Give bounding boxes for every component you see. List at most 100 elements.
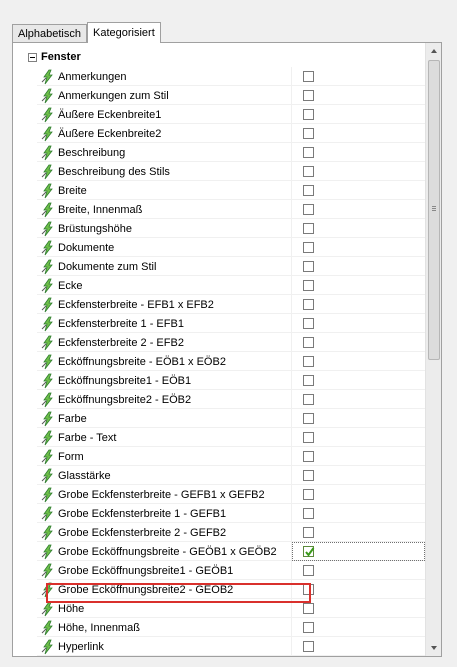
property-row[interactable]: Farbe	[37, 409, 425, 428]
property-row[interactable]: Ecköffnungsbreite1 - EÖB1	[37, 371, 425, 390]
property-row[interactable]: Anmerkungen zum Stil	[37, 86, 425, 105]
property-checkbox[interactable]	[303, 413, 314, 424]
property-checkbox[interactable]	[303, 527, 314, 538]
property-row[interactable]: Grobe Eckfensterbreite - GEFB1 x GEFB2	[37, 485, 425, 504]
property-value-cell[interactable]	[292, 105, 425, 124]
scrollbar-thumb[interactable]	[428, 60, 440, 360]
property-checkbox[interactable]	[303, 299, 314, 310]
property-value-cell[interactable]	[292, 542, 425, 561]
property-value-cell[interactable]	[292, 67, 425, 86]
property-row[interactable]: Eckfensterbreite - EFB1 x EFB2	[37, 295, 425, 314]
property-value-cell[interactable]	[292, 599, 425, 618]
property-value-cell[interactable]	[292, 371, 425, 390]
property-row[interactable]: Höhe	[37, 599, 425, 618]
property-checkbox[interactable]	[303, 375, 314, 386]
property-checkbox[interactable]	[303, 451, 314, 462]
property-checkbox[interactable]	[303, 508, 314, 519]
property-name-cell[interactable]: Grobe Ecköffnungsbreite - GEÖB1 x GEÖB2	[37, 542, 287, 561]
vertical-scrollbar[interactable]	[425, 43, 442, 656]
scroll-up-icon[interactable]	[426, 43, 442, 59]
property-name-cell[interactable]: Farbe	[37, 409, 287, 428]
property-name-cell[interactable]: Äußere Eckenbreite1	[37, 105, 287, 124]
property-name-cell[interactable]: Höhe	[37, 599, 287, 618]
property-value-cell[interactable]	[292, 314, 425, 333]
property-row[interactable]: Höhe, Innenmaß	[37, 618, 425, 637]
property-row[interactable]: Hyperlink	[37, 637, 425, 656]
property-name-cell[interactable]: Höhe, Innenmaß	[37, 618, 287, 637]
property-value-cell[interactable]	[292, 637, 425, 656]
property-value-cell[interactable]	[292, 352, 425, 371]
property-checkbox[interactable]	[303, 489, 314, 500]
property-name-cell[interactable]: Eckfensterbreite - EFB1 x EFB2	[37, 295, 287, 314]
property-name-cell[interactable]: Eckfensterbreite 1 - EFB1	[37, 314, 287, 333]
property-row[interactable]: Dokumente	[37, 238, 425, 257]
property-checkbox[interactable]	[303, 584, 314, 595]
property-value-cell[interactable]	[292, 257, 425, 276]
collapse-icon[interactable]	[28, 52, 37, 62]
property-value-cell[interactable]	[292, 485, 425, 504]
property-checkbox[interactable]	[303, 603, 314, 614]
property-value-cell[interactable]	[292, 124, 425, 143]
property-value-cell[interactable]	[292, 200, 425, 219]
property-row[interactable]: Beschreibung	[37, 143, 425, 162]
property-name-cell[interactable]: Grobe Eckfensterbreite 1 - GEFB1	[37, 504, 287, 523]
property-name-cell[interactable]: Eckfensterbreite 2 - EFB2	[37, 333, 287, 352]
property-checkbox[interactable]	[303, 470, 314, 481]
property-checkbox[interactable]	[303, 641, 314, 652]
property-row[interactable]: Brüstungshöhe	[37, 219, 425, 238]
property-row[interactable]: Grobe Eckfensterbreite 1 - GEFB1	[37, 504, 425, 523]
property-name-cell[interactable]: Grobe Eckfensterbreite - GEFB1 x GEFB2	[37, 485, 287, 504]
property-value-cell[interactable]	[292, 276, 425, 295]
property-name-cell[interactable]: Ecköffnungsbreite1 - EÖB1	[37, 371, 287, 390]
property-checkbox[interactable]	[303, 394, 314, 405]
property-name-cell[interactable]: Anmerkungen zum Stil	[37, 86, 287, 105]
property-row[interactable]: Grobe Ecköffnungsbreite2 - GEÖB2	[37, 580, 425, 599]
property-name-cell[interactable]: Anmerkungen	[37, 67, 287, 86]
property-value-cell[interactable]	[292, 561, 425, 580]
property-name-cell[interactable]: Grobe Eckfensterbreite 2 - GEFB2	[37, 523, 287, 542]
property-value-cell[interactable]	[292, 390, 425, 409]
tab-alphabetisch[interactable]: Alphabetisch	[12, 24, 87, 42]
property-name-cell[interactable]: Grobe Ecköffnungsbreite1 - GEÖB1	[37, 561, 287, 580]
property-row[interactable]: Breite, Innenmaß	[37, 200, 425, 219]
category-header[interactable]: Fenster	[13, 48, 425, 66]
property-checkbox[interactable]	[303, 71, 314, 82]
property-name-cell[interactable]: Breite, Innenmaß	[37, 200, 287, 219]
property-name-cell[interactable]: Beschreibung	[37, 143, 287, 162]
property-row[interactable]: Äußere Eckenbreite1	[37, 105, 425, 124]
property-value-cell[interactable]	[292, 86, 425, 105]
property-checkbox[interactable]	[303, 318, 314, 329]
property-row[interactable]: Ecke	[37, 276, 425, 295]
property-value-cell[interactable]	[292, 181, 425, 200]
property-name-cell[interactable]: Dokumente zum Stil	[37, 257, 287, 276]
property-name-cell[interactable]: Ecke	[37, 276, 287, 295]
property-checkbox[interactable]	[303, 185, 314, 196]
property-name-cell[interactable]: Ecköffnungsbreite2 - EÖB2	[37, 390, 287, 409]
property-value-cell[interactable]	[292, 523, 425, 542]
property-checkbox[interactable]	[303, 337, 314, 348]
property-value-cell[interactable]	[292, 238, 425, 257]
property-row[interactable]: Form	[37, 447, 425, 466]
property-value-cell[interactable]	[292, 618, 425, 637]
property-checkbox[interactable]	[303, 261, 314, 272]
property-name-cell[interactable]: Form	[37, 447, 287, 466]
property-value-cell[interactable]	[292, 504, 425, 523]
property-checkbox[interactable]	[303, 622, 314, 633]
property-value-cell[interactable]	[292, 428, 425, 447]
property-name-cell[interactable]: Beschreibung des Stils	[37, 162, 287, 181]
scroll-down-icon[interactable]	[426, 640, 442, 656]
property-row[interactable]: Dokumente zum Stil	[37, 257, 425, 276]
property-value-cell[interactable]	[292, 295, 425, 314]
property-name-cell[interactable]: Grobe Ecköffnungsbreite2 - GEÖB2	[37, 580, 287, 599]
tab-kategorisiert[interactable]: Kategorisiert	[87, 22, 161, 43]
property-name-cell[interactable]: Hyperlink	[37, 637, 287, 656]
property-checkbox[interactable]	[303, 109, 314, 120]
property-row[interactable]: Eckfensterbreite 2 - EFB2	[37, 333, 425, 352]
property-row[interactable]: Anmerkungen	[37, 67, 425, 86]
property-name-cell[interactable]: Glasstärke	[37, 466, 287, 485]
property-value-cell[interactable]	[292, 580, 425, 599]
property-checkbox[interactable]	[303, 432, 314, 443]
property-row[interactable]: Grobe Ecköffnungsbreite - GEÖB1 x GEÖB2	[37, 542, 425, 561]
property-checkbox[interactable]	[303, 565, 314, 576]
property-checkbox[interactable]	[303, 280, 314, 291]
